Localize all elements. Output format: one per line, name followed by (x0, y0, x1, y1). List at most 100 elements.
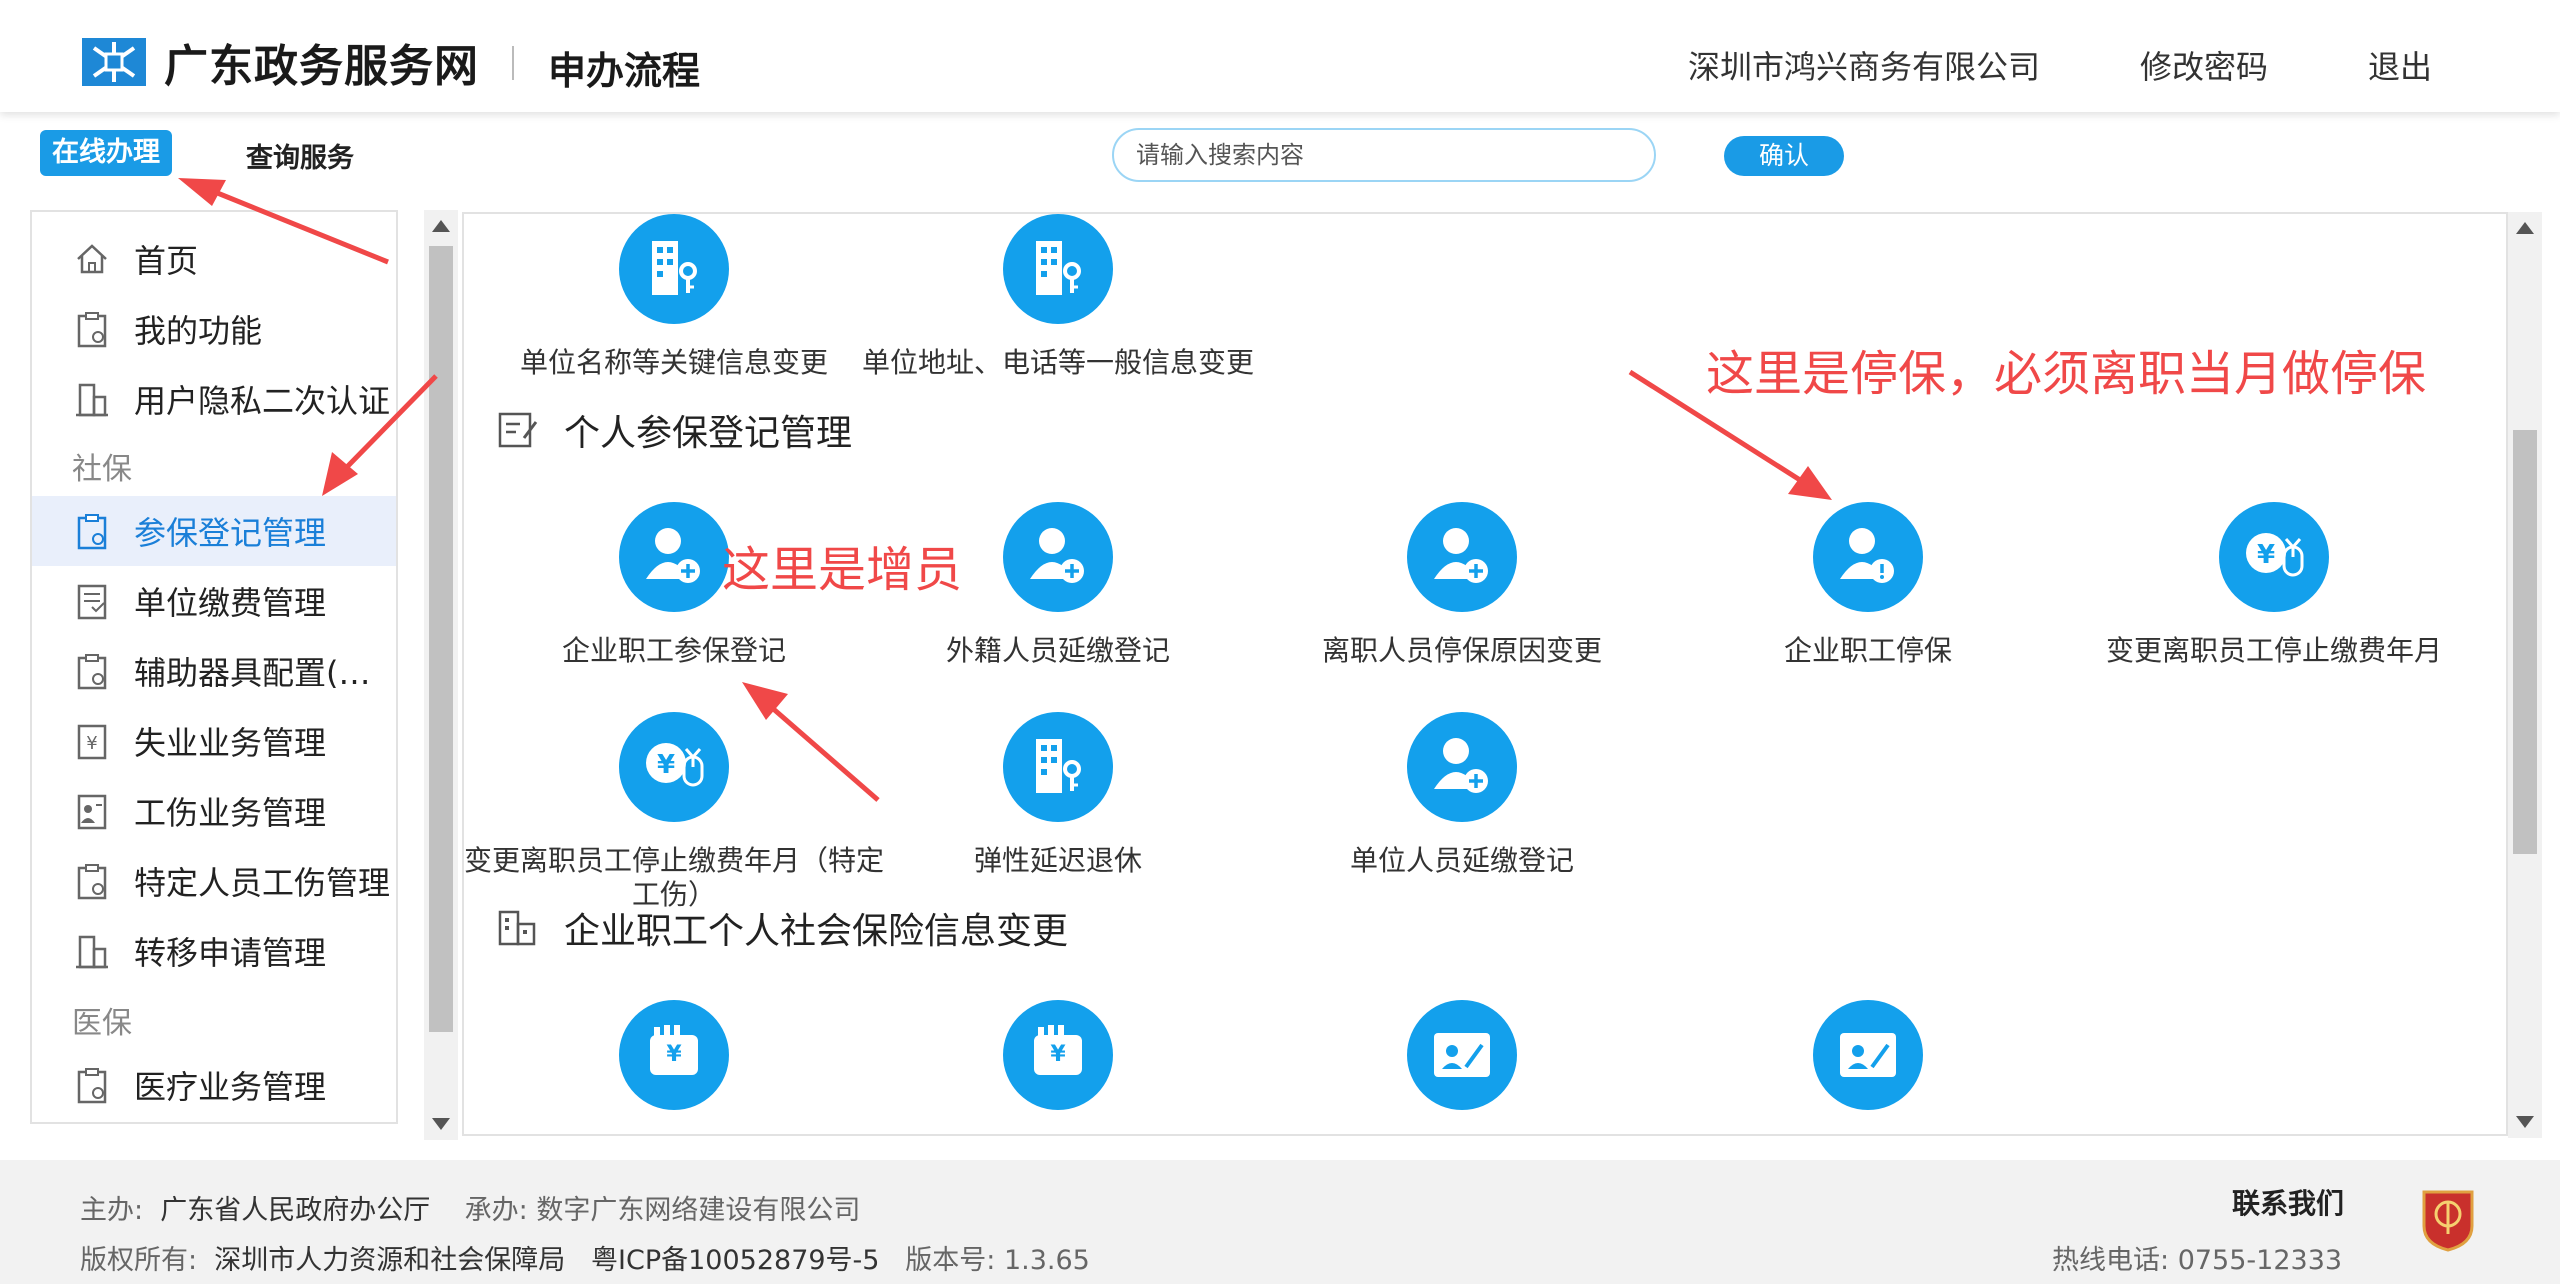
clipboard-icon (77, 312, 107, 348)
svg-text:¥: ¥ (666, 1042, 682, 1067)
building-icon (76, 935, 108, 969)
tab-query-service[interactable]: 查询服务 (246, 136, 354, 175)
yuan-hand-icon: ¥ (650, 1025, 698, 1075)
sidebar-scrollbar[interactable] (424, 210, 458, 1140)
contact-us-link[interactable]: 联系我们 (2232, 1182, 2344, 1222)
footer-host: 主办: 广东省人民政府办公厅 承办: 数字广东网络建设有限公司 (80, 1195, 861, 1226)
footer-copyright: 版权所有: 深圳市人力资源和社会保障局 粤ICP备10052879号-5 版本号… (80, 1245, 1090, 1276)
scroll-up-arrow-icon[interactable] (432, 220, 450, 232)
logout-link[interactable]: 退出 (2368, 42, 2432, 88)
sidebar-group-social: 社保 (72, 452, 132, 487)
service-change-item-1[interactable]: ¥ (464, 1000, 884, 1110)
sidebar-item-payment[interactable]: 单位缴费管理 (32, 566, 396, 636)
icp-link[interactable]: 粤ICP备10052879号-5 (591, 1245, 879, 1276)
logo-icon (82, 38, 146, 86)
service-change-stop-month-injury[interactable]: ¥ 变更离职员工停止缴费年月（特定工伤） (464, 712, 884, 912)
service-change-item-4[interactable] (1658, 1000, 2078, 1110)
service-unit-extension[interactable]: 单位人员延缴登记 (1252, 712, 1672, 878)
annotation-stop-insurance: 这里是停保，必须离职当月做停保 (1706, 346, 2427, 402)
annotation-add-member: 这里是增员 (722, 542, 963, 598)
sidebar-item-label: 医疗业务管理 (134, 1068, 327, 1106)
service-employee-stop-insurance[interactable]: 企业职工停保 (1658, 502, 2078, 668)
service-change-item-2[interactable]: ¥ (848, 1000, 1268, 1110)
scroll-down-arrow-icon[interactable] (432, 1118, 450, 1130)
section-title-text: 个人参保登记管理 (564, 413, 853, 454)
header-divider (512, 46, 514, 80)
service-label: 外籍人员延缴登记 (945, 634, 1170, 667)
clipboard-gear-icon (77, 514, 107, 550)
sidebar-item-insurance-registration[interactable]: 参保登记管理 (32, 496, 396, 566)
scroll-down-arrow-icon[interactable] (2516, 1116, 2534, 1128)
page-subtitle: 申办流程 (548, 49, 701, 93)
service-unit-address-change[interactable]: 单位地址、电话等一般信息变更 (848, 214, 1268, 380)
sidebar-item-home[interactable]: 首页 (32, 224, 396, 294)
svg-text:¥: ¥ (86, 733, 97, 754)
service-flexible-retirement[interactable]: 弹性延迟退休 (848, 712, 1268, 878)
sidebar-item-label: 失业业务管理 (134, 724, 327, 762)
scrollbar-thumb[interactable] (2513, 430, 2537, 854)
sidebar-item-work-injury[interactable]: 工伤业务管理 (32, 776, 396, 846)
sidebar-group-medical: 医保 (72, 1006, 132, 1041)
person-add-icon (1434, 738, 1488, 793)
scroll-up-arrow-icon[interactable] (2516, 222, 2534, 234)
content-scrollbar[interactable] (2508, 212, 2542, 1138)
confirm-button[interactable]: 确认 (1724, 136, 1844, 176)
service-unit-key-info-change[interactable]: 单位名称等关键信息变更 (464, 214, 884, 380)
sidebar-item-transfer[interactable]: 转移申请管理 (32, 916, 396, 986)
service-stop-reason-change[interactable]: 离职人员停保原因变更 (1252, 502, 1672, 668)
service-label: 单位名称等关键信息变更 (519, 346, 828, 379)
footer-hotline: 热线电话: 0755-12333 (2052, 1245, 2343, 1276)
service-label: 变更离职员工停止缴费年月 (2105, 634, 2442, 667)
yuan-doc-icon: ¥ (77, 724, 107, 760)
sidebar-item-unemployment[interactable]: ¥ 失业业务管理 (32, 706, 396, 776)
change-password-link[interactable]: 修改密码 (2140, 42, 2268, 88)
brand-title: 广东政务服务网 (164, 41, 479, 92)
yuan-mouse-icon: ¥ (2246, 533, 2304, 577)
scrollbar-thumb[interactable] (429, 246, 453, 1032)
sidebar-item-privacy-auth[interactable]: 用户隐私二次认证 (32, 364, 396, 434)
sidebar-item-assistive-devices[interactable]: 辅助器具配置(更... (32, 636, 396, 706)
sidebar-item-special-injury[interactable]: 特定人员工伤管理 (32, 846, 396, 916)
sidebar-item-label: 转移申请管理 (134, 934, 327, 972)
services-panel: 单位名称等关键信息变更 单位地址、电话等一般信息变更 个人参保登记管理 企业职工… (462, 212, 2508, 1136)
svg-text:¥: ¥ (657, 750, 675, 780)
company-name-link[interactable]: 深圳市鸿兴商务有限公司 (1688, 42, 2040, 88)
building-key-icon (1036, 241, 1081, 295)
section-title-info-change: 企业职工个人社会保险信息变更 (496, 902, 1068, 954)
invoice-icon (77, 584, 107, 620)
section-title-text: 企业职工个人社会保险信息变更 (564, 911, 1069, 952)
person-add-icon (1030, 528, 1084, 583)
clipboard-gear-icon (77, 864, 107, 900)
person-add-icon (1434, 528, 1488, 583)
building-key-icon (652, 241, 697, 295)
building-grid-icon (498, 910, 536, 946)
sidebar-item-label: 参保登记管理 (134, 514, 327, 552)
sidebar-item-medical[interactable]: 医疗业务管理 (32, 1050, 396, 1120)
person-alert-icon (1840, 528, 1894, 583)
svg-text:¥: ¥ (1050, 1042, 1066, 1067)
svg-text:¥: ¥ (2257, 540, 2275, 570)
tab-online-service[interactable]: 在线办理 (40, 130, 172, 176)
sidebar-item-label: 单位缴费管理 (134, 584, 327, 622)
service-label: 单位人员延缴登记 (1349, 844, 1574, 877)
sidebar-item-label: 首页 (134, 242, 199, 280)
sidebar-item-label: 我的功能 (134, 312, 263, 350)
building-icon (76, 383, 108, 417)
sidebar-item-label: 辅助器具配置(更... (134, 654, 394, 692)
home-icon (77, 244, 107, 274)
yuan-mouse-icon: ¥ (646, 743, 704, 787)
service-change-item-3[interactable] (1252, 1000, 1672, 1110)
sidebar-item-my-functions[interactable]: 我的功能 (32, 294, 396, 364)
clipboard-gear-icon (77, 654, 107, 690)
id-card-edit-icon (1434, 1033, 1490, 1077)
sidebar-item-label: 用户隐私二次认证 (134, 382, 391, 420)
top-header: 广东政务服务网 申办流程 深圳市鸿兴商务有限公司 修改密码 退出 (0, 0, 2560, 112)
building-key-icon (1036, 739, 1081, 793)
service-label: 弹性延迟退休 (973, 844, 1142, 877)
service-label: 单位地址、电话等一般信息变更 (861, 346, 1254, 379)
clipboard-gear-icon (77, 1068, 107, 1104)
yuan-hand-icon: ¥ (1034, 1025, 1082, 1075)
search-input[interactable] (1112, 128, 1656, 182)
person-doc-icon (77, 794, 107, 830)
service-change-stop-month[interactable]: ¥ 变更离职员工停止缴费年月 (2064, 502, 2484, 668)
